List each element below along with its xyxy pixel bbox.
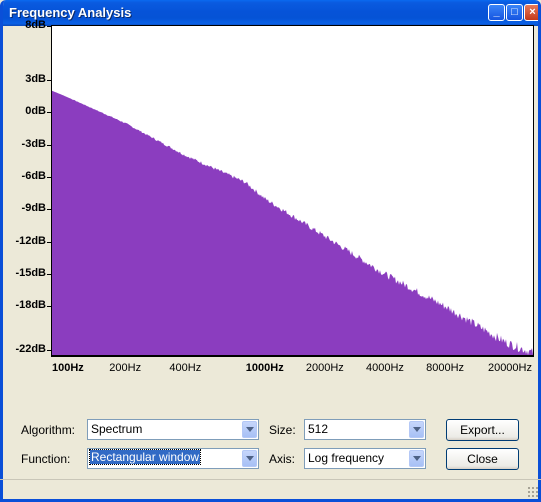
chevron-down-icon[interactable] bbox=[409, 421, 424, 438]
resize-grip-icon[interactable] bbox=[527, 486, 539, 498]
algorithm-value: Spectrum bbox=[91, 422, 143, 436]
x-tick-label: 20000Hz bbox=[487, 362, 532, 374]
y-tick-label: -6dB bbox=[21, 170, 46, 183]
y-tick-label: 8dB bbox=[25, 19, 46, 31]
function-select[interactable]: Rectangular window bbox=[87, 448, 259, 469]
y-tick-label: -3dB bbox=[21, 137, 46, 150]
y-tick-label: -22dB bbox=[15, 342, 46, 355]
x-axis-line bbox=[51, 356, 534, 357]
spectrum-svg bbox=[52, 90, 533, 355]
axis-value: Log frequency bbox=[308, 451, 385, 465]
x-tick-label: 8000Hz bbox=[426, 362, 465, 374]
y-tick-label: -18dB bbox=[15, 299, 46, 312]
status-bar bbox=[0, 479, 541, 500]
size-label: Size: bbox=[269, 423, 296, 437]
y-tick-label: -15dB bbox=[15, 267, 46, 280]
y-tick-label: -12dB bbox=[15, 234, 46, 247]
maximize-button[interactable]: □ bbox=[506, 4, 523, 21]
close-button[interactable]: Close bbox=[446, 448, 519, 470]
size-value: 512 bbox=[308, 422, 329, 436]
x-tick-label: 1000Hz bbox=[245, 362, 284, 374]
axis-label: Axis: bbox=[269, 452, 296, 466]
export-button[interactable]: Export... bbox=[446, 419, 519, 441]
title-bar[interactable]: Frequency Analysis _ □ × bbox=[3, 0, 538, 26]
x-tick-label: 2000Hz bbox=[305, 362, 344, 374]
axis-select[interactable]: Log frequency bbox=[304, 448, 426, 469]
algorithm-label: Algorithm: bbox=[21, 423, 76, 437]
chevron-down-icon[interactable] bbox=[409, 450, 424, 467]
function-value: Rectangular window bbox=[88, 449, 202, 465]
algorithm-select[interactable]: Spectrum bbox=[87, 419, 259, 440]
x-tick-label: 100Hz bbox=[52, 362, 84, 374]
y-tick-label: -9dB bbox=[21, 202, 46, 215]
x-tick-label: 400Hz bbox=[169, 362, 202, 374]
x-tick-label: 4000Hz bbox=[366, 362, 404, 374]
y-tick-label: 0dB bbox=[25, 105, 46, 118]
y-tick-label: 3dB bbox=[25, 72, 46, 85]
chevron-down-icon[interactable] bbox=[242, 450, 257, 467]
spectrum-area bbox=[52, 90, 533, 355]
minimize-button[interactable]: _ bbox=[488, 4, 505, 21]
window-title: Frequency Analysis bbox=[9, 5, 132, 20]
spectrum-plot[interactable] bbox=[51, 25, 534, 356]
function-label: Function: bbox=[21, 452, 71, 466]
size-select[interactable]: 512 bbox=[304, 419, 426, 440]
chevron-down-icon[interactable] bbox=[242, 421, 257, 438]
x-tick-label: 200Hz bbox=[109, 362, 142, 374]
close-window-button[interactable]: × bbox=[524, 4, 538, 21]
